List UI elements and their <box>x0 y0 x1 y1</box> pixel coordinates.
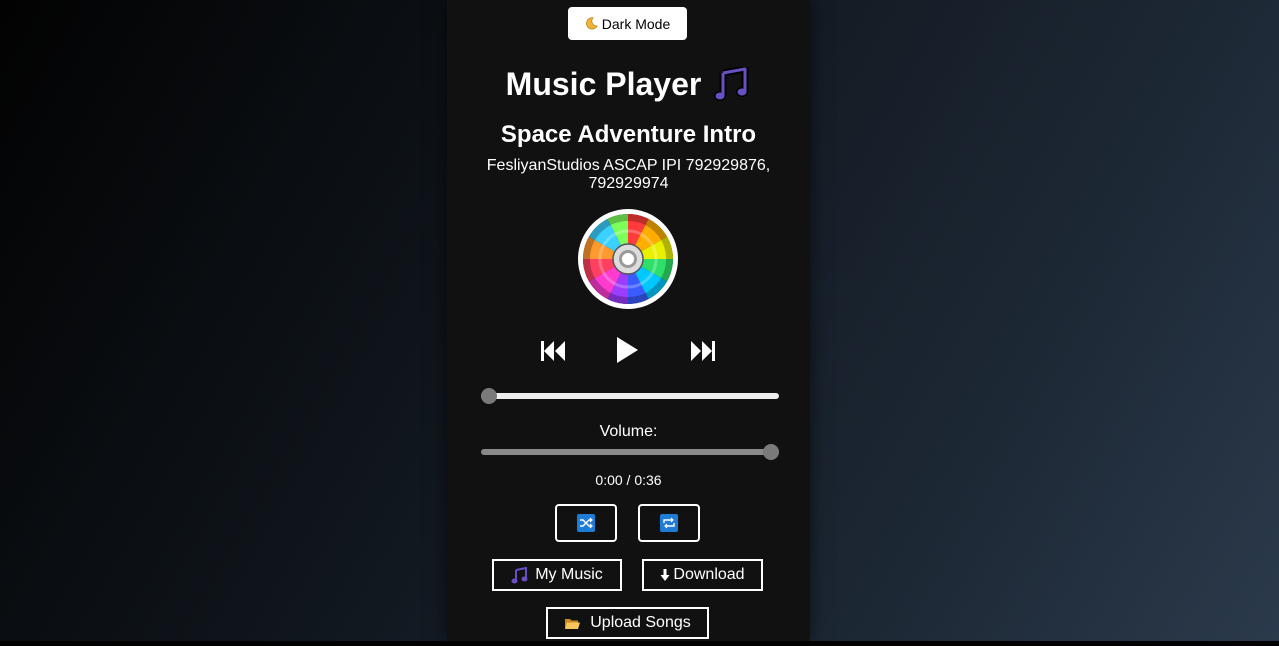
download-arrow-icon <box>660 569 670 581</box>
bottom-edge <box>0 641 1279 646</box>
page-title: Music Player <box>505 66 702 102</box>
app-title-row: Music Player <box>447 66 810 103</box>
time-display: 0:00 / 0:36 <box>595 472 662 488</box>
shuffle-button[interactable] <box>555 504 617 542</box>
repeat-icon <box>660 514 678 532</box>
dark-mode-label: Dark Mode <box>601 15 671 32</box>
dark-mode-button[interactable]: Dark Mode <box>568 7 687 40</box>
playback-controls <box>447 333 810 369</box>
music-notes-icon <box>511 566 528 583</box>
skip-next-icon <box>691 341 715 361</box>
volume-slider[interactable] <box>481 444 779 460</box>
my-music-label: My Music <box>535 566 603 583</box>
shuffle-icon <box>577 514 595 532</box>
progress-slider[interactable] <box>481 388 779 404</box>
open-folder-icon <box>565 618 581 629</box>
song-artist: FesliyanStudios ASCAP IPI 792929876, 792… <box>486 157 771 192</box>
music-notes-icon <box>714 66 749 101</box>
album-art <box>578 209 678 309</box>
repeat-button[interactable] <box>638 504 700 542</box>
download-label: Download <box>673 566 745 583</box>
volume-label: Volume: <box>599 423 658 440</box>
progress-thumb[interactable] <box>481 388 497 404</box>
download-button[interactable]: Download <box>642 559 763 591</box>
cd-disc-icon <box>583 214 673 304</box>
song-title: Space Adventure Intro <box>500 121 757 148</box>
skip-previous-icon <box>541 341 565 361</box>
play-icon <box>617 337 638 363</box>
play-button[interactable] <box>614 335 640 368</box>
volume-thumb[interactable] <box>763 444 779 460</box>
previous-button[interactable] <box>539 339 567 366</box>
next-button[interactable] <box>689 339 717 366</box>
upload-songs-button[interactable]: Upload Songs <box>546 607 709 639</box>
volume-track <box>481 449 779 455</box>
upload-songs-label: Upload Songs <box>590 614 691 631</box>
my-music-button[interactable]: My Music <box>492 559 622 591</box>
music-player-panel: Dark Mode Music Player Space Adventure I… <box>447 0 810 641</box>
moon-icon <box>585 17 598 30</box>
progress-track <box>481 393 779 399</box>
